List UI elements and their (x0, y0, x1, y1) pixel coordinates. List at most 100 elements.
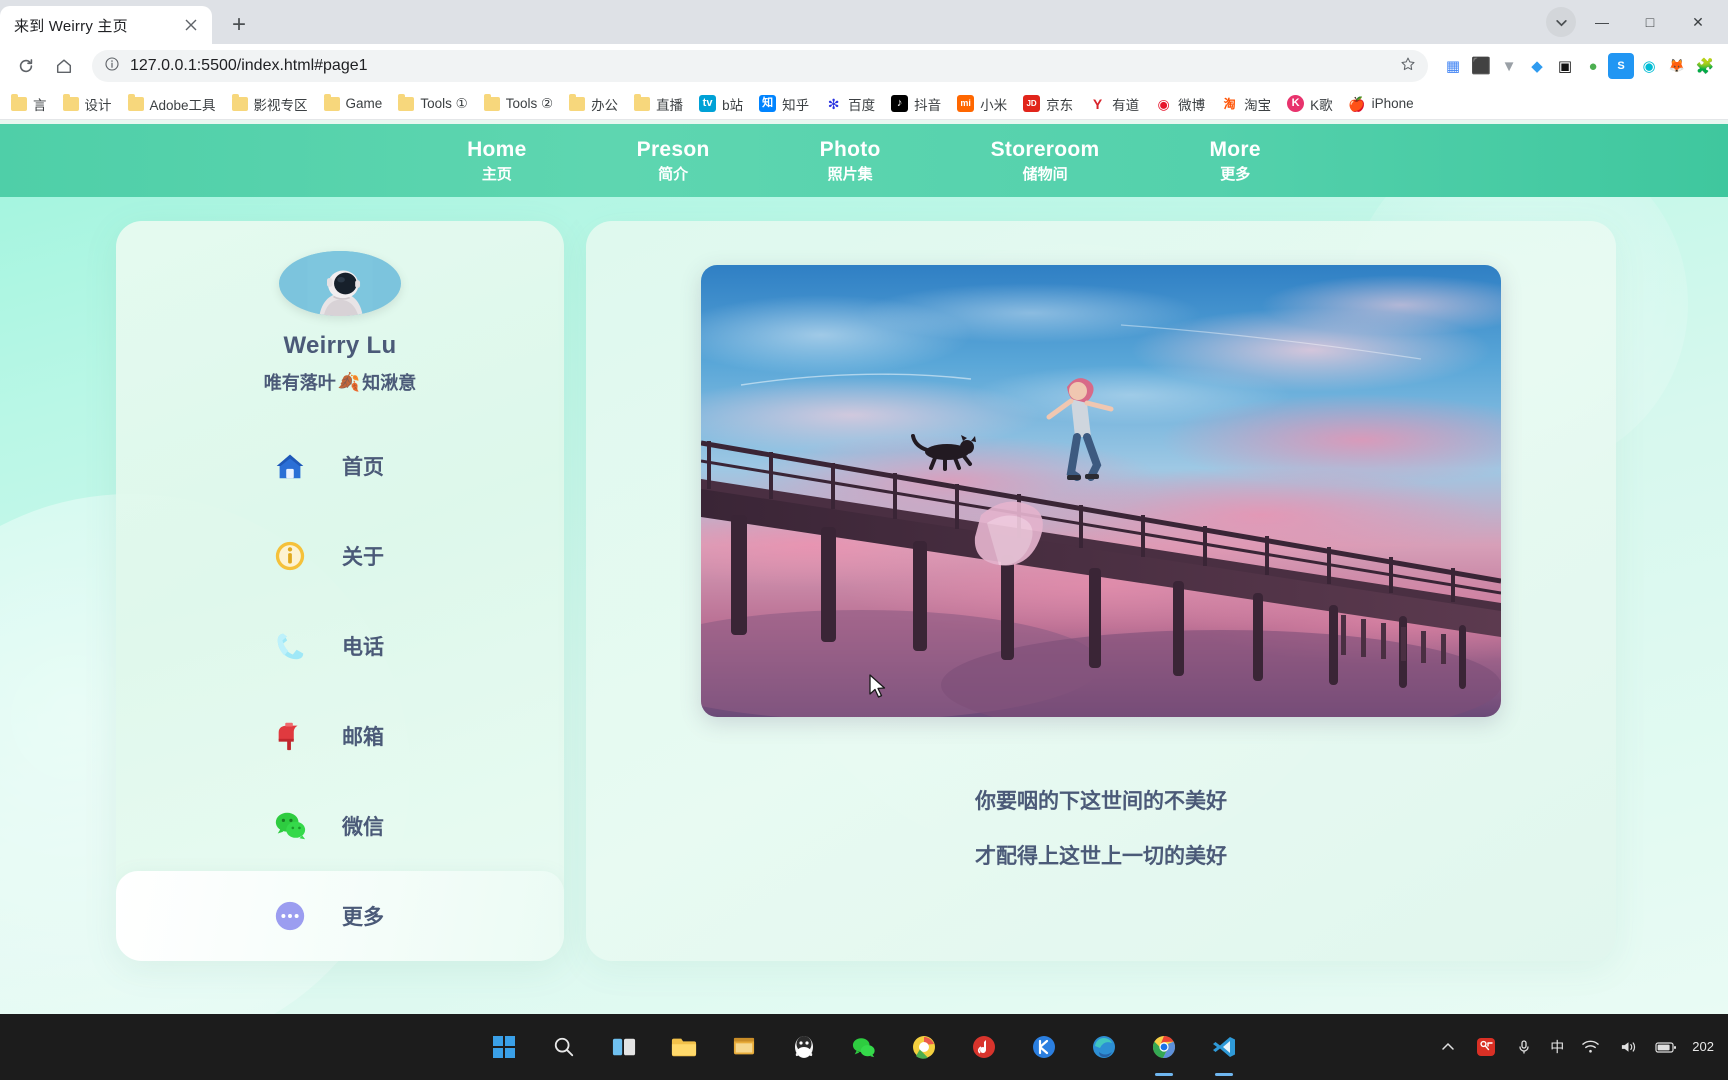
sidebar-label: 邮箱 (342, 726, 384, 749)
folder-icon (634, 93, 651, 111)
chevron-up-icon[interactable] (1436, 1035, 1460, 1059)
sidebar-item-more[interactable]: 更多 (116, 871, 564, 961)
bookmark-item[interactable]: tv b站 (692, 91, 750, 117)
nav-label-cn: 储物间 (1022, 165, 1068, 183)
fox-extension-icon[interactable]: 🦊 (1664, 53, 1690, 79)
bookmark-item[interactable]: 淘淘宝 (1214, 91, 1278, 117)
bookmark-label: 言 (33, 97, 47, 113)
hero-image[interactable] (701, 265, 1501, 717)
tagline-before: 唯有落叶 (263, 373, 336, 393)
bookmark-item[interactable]: JD 京东 (1016, 91, 1080, 117)
bookmark-item[interactable]: Adobe工具 (121, 91, 223, 117)
star-icon[interactable] (1400, 56, 1416, 77)
task-view-button[interactable] (604, 1027, 644, 1067)
microsoft-edge[interactable] (1084, 1027, 1124, 1067)
search-button[interactable] (544, 1027, 584, 1067)
bookmark-item[interactable]: mi 小米 (950, 91, 1014, 117)
url-text[interactable]: 127.0.0.1:5500/index.html#page1 (130, 57, 1390, 75)
weibo-icon: ◉ (1155, 95, 1173, 112)
info-circle-icon[interactable] (104, 56, 120, 77)
start-button[interactable] (484, 1027, 524, 1067)
netease-music[interactable] (964, 1027, 1004, 1067)
close-icon[interactable] (180, 14, 202, 36)
bookmark-label: 小米 (980, 97, 1008, 113)
address-bar[interactable]: 127.0.0.1:5500/index.html#page1 (92, 50, 1428, 82)
kugou-music[interactable] (1024, 1027, 1064, 1067)
visual-studio-code[interactable] (1204, 1027, 1244, 1067)
google-chrome[interactable] (1144, 1027, 1184, 1067)
nav-label-cn: 简介 (658, 165, 689, 183)
wechat[interactable] (844, 1027, 884, 1067)
sidebar-item-home[interactable]: 首页 (116, 421, 564, 511)
maximize-button[interactable]: □ (1628, 6, 1672, 38)
wifi-icon[interactable] (1578, 1035, 1602, 1059)
ime-indicator[interactable]: 中 (1550, 1037, 1564, 1057)
bookmark-item[interactable]: Tools ② (477, 93, 560, 115)
bookmark-item[interactable]: 🍎 iPhone (1342, 92, 1421, 115)
file-explorer[interactable] (664, 1027, 704, 1067)
bookmark-item[interactable]: 言 (4, 91, 54, 117)
microphone-icon[interactable] (1512, 1035, 1536, 1059)
bookmark-item[interactable]: ◉ 微博 (1148, 91, 1212, 117)
sidebar-label: 首页 (342, 456, 384, 479)
astronaut-avatar[interactable] (279, 251, 401, 316)
nav-label-cn: 更多 (1220, 165, 1251, 183)
kge-icon: K (1287, 95, 1305, 112)
new-tab-button[interactable]: + (222, 8, 256, 42)
chevron-down-icon[interactable] (1546, 7, 1576, 37)
bookmark-item[interactable]: 知知乎 (752, 91, 816, 117)
bookmark-item[interactable]: ♪ 抖音 (884, 91, 948, 117)
chrome-canary[interactable] (904, 1027, 944, 1067)
clock[interactable]: 202 (1692, 1039, 1714, 1055)
mailbox-icon (268, 719, 312, 753)
bookmark-item[interactable]: 影视专区 (225, 91, 315, 117)
diamond-extension-icon[interactable]: ◆ (1524, 53, 1550, 79)
microsoft-store[interactable] (724, 1027, 764, 1067)
sidebar-item-about[interactable]: 关于 (116, 511, 564, 601)
nav-item-photo[interactable]: Photo 照片集 (820, 138, 881, 183)
bookmark-item[interactable]: Game (317, 93, 390, 114)
folder-icon (127, 93, 144, 111)
bookmark-label: Adobe工具 (149, 97, 216, 113)
qq[interactable] (784, 1027, 824, 1067)
nav-item-more[interactable]: More 更多 (1210, 138, 1261, 183)
nav-label-cn: 主页 (481, 165, 512, 183)
battery-icon[interactable] (1654, 1035, 1678, 1059)
page-viewport: Home 主页 Preson 简介 Photo 照片集 Storeroom 储物… (0, 124, 1728, 1014)
bookmark-label: 影视专区 (253, 97, 308, 113)
telephone-icon (268, 629, 312, 663)
close-window-button[interactable]: ✕ (1676, 6, 1720, 38)
bookmark-item[interactable]: 办公 (562, 91, 625, 117)
nav-item-home[interactable]: Home 主页 (467, 138, 527, 183)
bookmark-label: iPhone (1371, 96, 1414, 111)
dark-reader-extension-icon[interactable]: ⬛ (1468, 53, 1494, 79)
browser-tab[interactable]: 来到 Weirry 主页 (0, 6, 212, 44)
bookmark-item[interactable]: 设计 (56, 91, 119, 117)
folder-icon (231, 93, 248, 111)
bookmark-item[interactable]: K K歌 (1280, 91, 1340, 117)
bookmark-item[interactable]: Tools ① (391, 93, 474, 115)
sidebar-item-wechat[interactable]: 微信 (116, 781, 564, 871)
idm-extension-icon[interactable]: ● (1580, 53, 1606, 79)
minimize-button[interactable]: — (1580, 6, 1624, 38)
home-icon[interactable] (48, 50, 80, 82)
puzzle-icon[interactable]: 🧩 (1692, 53, 1718, 79)
speaker-icon[interactable] (1616, 1035, 1640, 1059)
circle-extension-icon[interactable]: ◉ (1636, 53, 1662, 79)
bookmark-item[interactable]: ✻ 百度 (818, 91, 882, 117)
grid-extension-icon[interactable]: ▦ (1440, 53, 1466, 79)
sidebar-item-phone[interactable]: 电话 (116, 601, 564, 691)
vimium-extension-icon[interactable]: ▼ (1496, 53, 1522, 79)
square-extension-icon[interactable]: ▣ (1552, 53, 1578, 79)
bookmark-label: 直播 (656, 97, 684, 113)
nav-label-en: Home (467, 137, 527, 161)
nav-item-preson[interactable]: Preson 简介 (637, 138, 710, 183)
nav-item-storeroom[interactable]: Storeroom 储物间 (991, 138, 1100, 183)
sidebar-label: 更多 (342, 906, 384, 929)
bookmark-item[interactable]: Y 有道 (1082, 91, 1146, 117)
bookmark-item[interactable]: 直播 (627, 91, 690, 117)
reload-icon[interactable] (10, 50, 42, 82)
sidebar-item-email[interactable]: 邮箱 (116, 691, 564, 781)
security-shield-icon[interactable] (1474, 1035, 1498, 1059)
snipaste-extension-icon[interactable]: S (1608, 53, 1634, 79)
